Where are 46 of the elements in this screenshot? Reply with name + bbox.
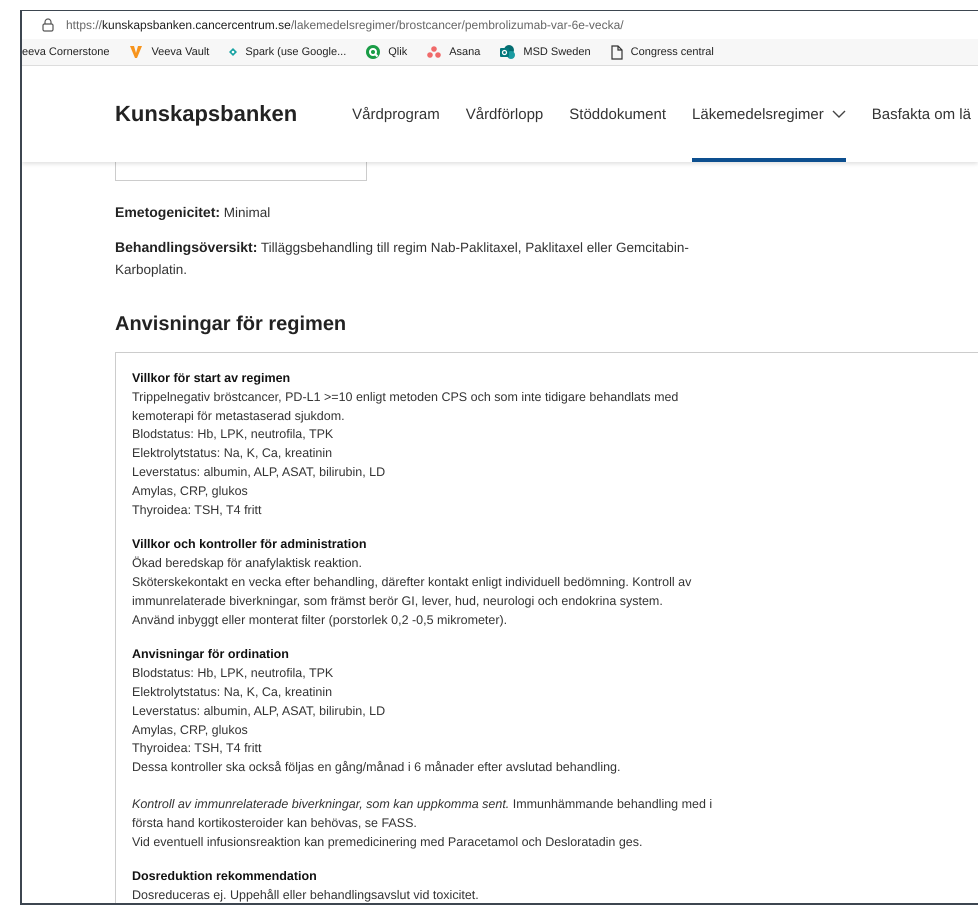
bookmark-link[interactable]: MSD Sweden [523,46,591,58]
meta-text: Emetogenicitet: Minimal [115,203,272,222]
nav-link[interactable]: Vårdförlopp [466,66,544,162]
section-title: Villkor och kontroller för administration [132,536,368,554]
url-text[interactable]: https://kunskapsbanken.cancercentrum.se/lakemedelsregimer/brostcancer/pembrolizumab-var-6e-vecka/ [66,18,624,32]
instruction-text: Blodstatus: Hb, LPK, neutrofila, TPK [132,426,334,444]
qlik-logo-icon [366,45,380,59]
instruction-text: Leverstatus: albumin, ALP, ASAT, bilirubin, LD [132,464,386,481]
bookmark-link[interactable]: Veeva Vault [151,46,210,58]
section-heading: Anvisningar för regimen [115,313,348,336]
site-logo[interactable]: Kunskapsbanken [115,101,298,127]
instruction-text: Använd inbyggt eller monterat filter (porstorlek 0,2 -0,5 mikrometer). [132,612,508,629]
instruction-text: Amylas, CRP, glukos [132,482,249,500]
diamond-icon [229,48,238,56]
sharepoint-logo-icon [500,44,516,60]
instruction-text: Ökad beredskap för anafylaktisk reaktion. [132,555,363,572]
instruction-text: Sköterskekontakt en vecka efter behandling, därefter kontakt enligt individuell bedömning. Kontroll av immunrelaterade biverkningar, som främst berör GI, lever, hud, neurologi och endokrina system. [132,574,692,610]
instruction-text: Elektrolytstatus: Na, K, Ca, kreatinin [132,445,334,462]
bookmark-link[interactable]: eeva Cornerstone [22,46,110,58]
nav-link[interactable]: Vårdprogram [352,66,440,162]
bookmark-link[interactable]: Asana [449,46,480,58]
three-dots-icon [427,46,442,58]
document-icon [610,44,623,60]
instruction-text: Vid eventuell infusionsreaktion kan premedicinering med Paracetamol och Desloratadin ges. [132,834,644,851]
nav-link[interactable]: Basfakta om lä [872,66,971,162]
bookmark-link[interactable]: Spark (use Google... [245,46,346,58]
nav-link[interactable]: Stöddokument [569,66,666,162]
instruction-text: Leverstatus: albumin, ALP, ASAT, bilirubin, LD [132,702,386,720]
bookmark-link[interactable]: Qlik [388,46,408,58]
bookmark-link[interactable]: Congress central [630,46,714,58]
instruction-text: Dessa kontroller ska också följas en gång/månad i 6 månader efter avslutad behandling. [132,759,622,776]
instruction-text: Elektrolytstatus: Na, K, Ca, kreatinin [132,684,334,701]
instruction-text: Kontroll av immunrelaterade biverkningar, som kan uppkomma sent. Immunhämmande behandling med i första hand kortikosteroider kan behövas, se FASS. [132,796,714,832]
nav-link[interactable]: Läkemedelsregimer [692,66,846,162]
section-title: Villkor för start av regimen [132,370,292,387]
lock-icon [42,18,54,32]
instruction-text: Amylas, CRP, glukos [132,722,249,739]
instruction-text: Blodstatus: Hb, LPK, neutrofila, TPK [132,665,334,682]
instruction-text: Trippelnegativ bröstcancer, PD-L1 >=10 enligt metoden CPS och som inte tidigare behandlats med kemoterapi för metastaserad sjukdom. [132,388,680,425]
instruction-text: Thyroidea: TSH, T4 fritt [132,502,262,519]
meta-text: Behandlingsöversikt: Tilläggsbehandling till regim Nab-Paklitaxel, Paklitaxel eller Gemcitabin-Karboplatin. [115,238,690,279]
instruction-text: Dosreduceras ej. Uppehåll eller behandlingsavslut vid toxicitet. [132,887,480,903]
instruction-text: Thyroidea: TSH, T4 fritt [132,740,262,758]
section-title: Dosreduktion rekommendation [132,868,318,886]
v-logo-icon [129,45,144,59]
section-title: Anvisningar för ordination [132,646,290,664]
